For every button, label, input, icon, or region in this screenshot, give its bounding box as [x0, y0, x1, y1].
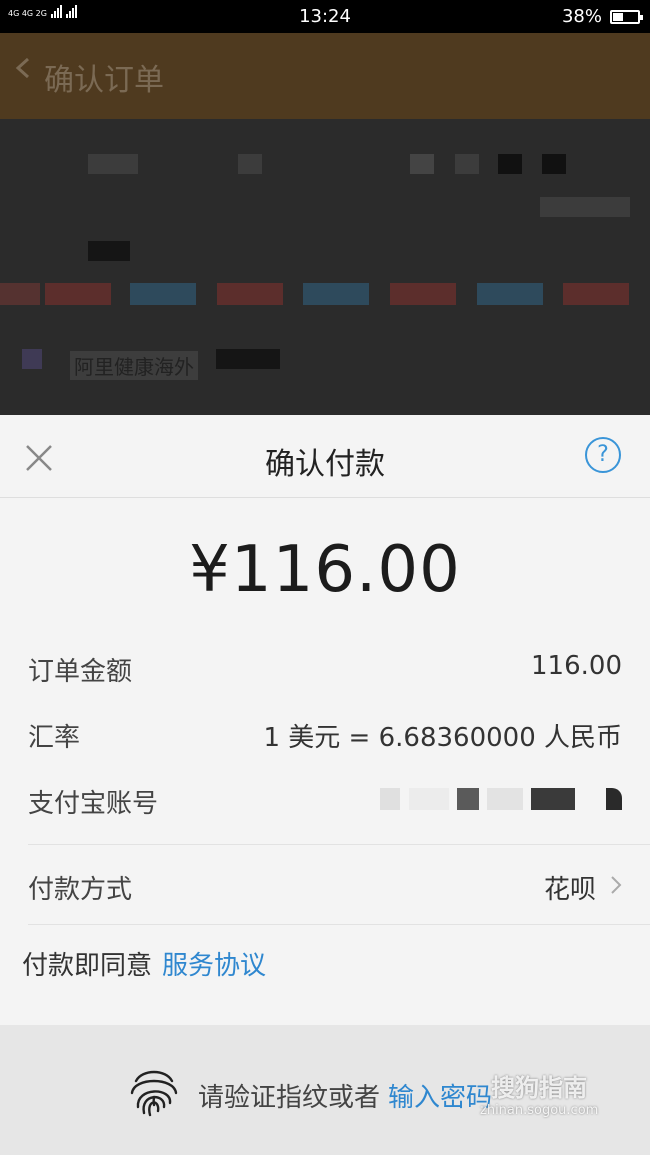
background-store-name: 阿里健康海外 [70, 351, 198, 380]
chevron-right-icon [611, 876, 622, 894]
alipay-account-value-masked [380, 783, 622, 813]
payment-method-row[interactable]: 付款方式 花呗 [28, 869, 622, 909]
alipay-account-label: 支付宝账号 [28, 789, 159, 819]
store-icon [22, 349, 42, 369]
payment-sheet: 确认付款 ? ¥116.00 订单金额 116.00 汇率 1 美元 = 6.6… [0, 415, 650, 1025]
service-agreement-link[interactable]: 服务协议 [162, 951, 266, 981]
question-icon[interactable]: ? [585, 437, 621, 473]
sheet-title: 确认付款 [265, 447, 385, 482]
battery-icon [610, 9, 643, 24]
watermark: 搜狗指南 zhinan.sogou.com [480, 1068, 598, 1118]
fingerprint-prompt-text: 请验证指纹或者 [198, 1083, 381, 1113]
fingerprint-prompt: 请验证指纹或者 输入密码 [198, 1077, 492, 1114]
battery-percent: 38% [561, 6, 602, 27]
exchange-rate-row: 汇率 1 美元 = 6.68360000 人民币 [28, 717, 622, 757]
divider [28, 844, 650, 845]
fingerprint-icon[interactable] [126, 1063, 182, 1119]
agreement-text: 付款即同意 服务协议 [22, 945, 266, 982]
payment-amount: ¥116.00 [189, 533, 461, 607]
sheet-header: 确认付款 ? [0, 415, 650, 498]
watermark-name: 搜狗指南 [491, 1074, 588, 1102]
clock: 13:24 [299, 6, 351, 27]
enter-password-link[interactable]: 输入密码 [388, 1083, 492, 1113]
agreement-prefix: 付款即同意 [22, 951, 153, 981]
order-amount-label: 订单金额 [28, 657, 133, 687]
watermark-url: zhinan.sogou.com [480, 1103, 599, 1118]
background-header: 确认订单 [0, 33, 650, 119]
payment-method-label: 付款方式 [28, 875, 133, 905]
exchange-rate-label: 汇率 [28, 723, 81, 753]
background-title: 确认订单 [44, 63, 164, 98]
back-icon [15, 57, 30, 79]
exchange-rate-value: 1 美元 = 6.68360000 人民币 [263, 723, 622, 753]
alipay-account-row: 支付宝账号 [28, 783, 622, 823]
divider [28, 924, 650, 925]
order-amount-row: 订单金额 116.00 [28, 651, 622, 691]
payment-method-value: 花呗 [543, 875, 596, 905]
order-amount-value: 116.00 [531, 651, 622, 681]
status-bar: 4G 4G 2G 13:24 38% [0, 0, 650, 33]
background-page: 阿里健康海外 [0, 119, 650, 415]
